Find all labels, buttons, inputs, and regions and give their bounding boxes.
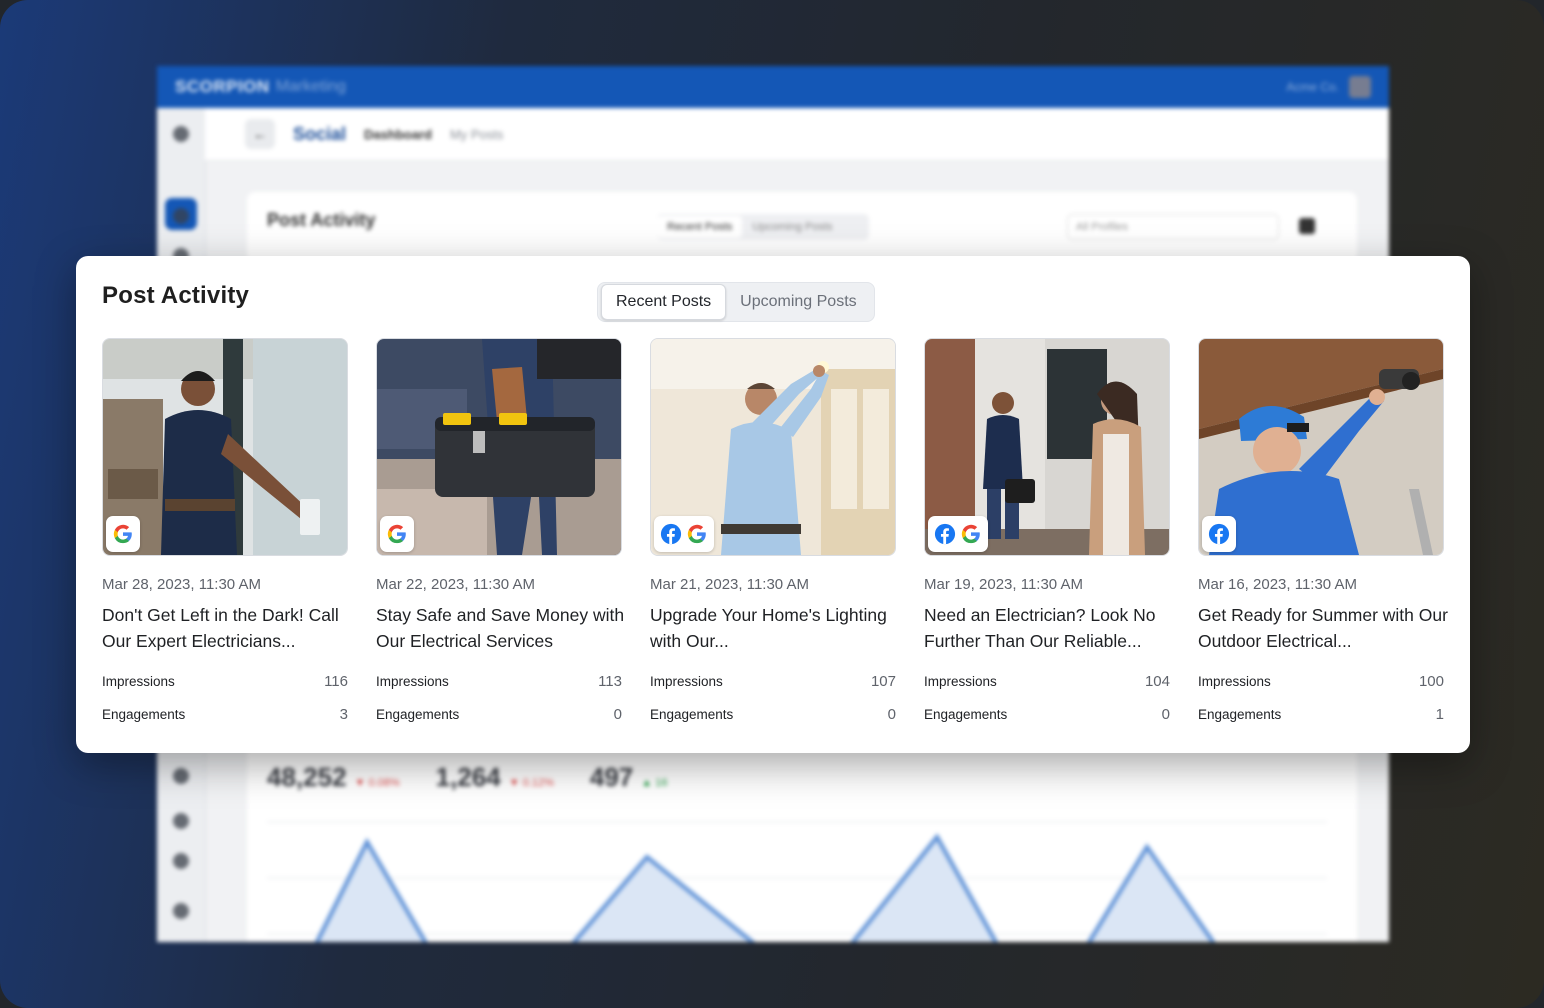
impressions-row: Impressions 113 bbox=[376, 673, 622, 690]
engagements-row: Engagements 0 bbox=[650, 706, 896, 723]
post-image[interactable] bbox=[924, 338, 1170, 556]
tab-upcoming-posts[interactable]: Upcoming Posts bbox=[726, 285, 871, 319]
bg-logo: SCORPION bbox=[175, 77, 270, 96]
screenshot-frame: SCORPION Marketing Acme Co. ← Social Das… bbox=[0, 0, 1544, 1008]
impressions-row: Impressions 100 bbox=[1198, 673, 1444, 690]
bg-stat-value: 1,264 bbox=[435, 762, 501, 792]
bg-rail-users-icon[interactable] bbox=[173, 853, 189, 869]
bg-tabs: Recent Posts Upcoming Posts bbox=[657, 214, 869, 240]
engagements-label: Engagements bbox=[650, 707, 734, 722]
google-icon bbox=[687, 524, 706, 544]
bg-stat-value: 48,252 bbox=[267, 762, 347, 792]
avatar bbox=[1349, 76, 1371, 98]
impressions-value: 116 bbox=[324, 673, 348, 690]
post-tabs: Recent Posts Upcoming Posts bbox=[597, 282, 875, 322]
engagements-value: 0 bbox=[613, 706, 622, 723]
post-date: Mar 21, 2023, 11:30 AM bbox=[650, 576, 809, 593]
post-image[interactable] bbox=[1198, 338, 1444, 556]
bg-tab-upcoming[interactable]: Upcoming Posts bbox=[742, 221, 842, 233]
tab-recent-posts[interactable]: Recent Posts bbox=[601, 284, 727, 320]
bg-logo-suffix: Marketing bbox=[275, 78, 346, 95]
impressions-value: 104 bbox=[1144, 673, 1170, 690]
bg-stats-row: 48,252 ▼ 0.08% 1,264 ▼ 0.12% 497 ▲ 16 bbox=[267, 762, 667, 793]
platform-badges bbox=[928, 516, 988, 552]
facebook-icon bbox=[660, 523, 682, 545]
impressions-row: Impressions 107 bbox=[650, 673, 896, 690]
bg-stat-delta: ▲ 16 bbox=[641, 777, 668, 789]
bg-rail-megaphone-icon[interactable] bbox=[173, 208, 189, 224]
post-headline[interactable]: Stay Safe and Save Money with Our Electr… bbox=[376, 602, 626, 654]
platform-badges bbox=[1202, 516, 1236, 552]
bg-card-title: Post Activity bbox=[267, 210, 376, 230]
bg-stat-delta: ▼ 0.12% bbox=[508, 777, 554, 789]
platform-badges bbox=[380, 516, 414, 552]
post-date: Mar 19, 2023, 11:30 AM bbox=[924, 576, 1083, 593]
engagements-label: Engagements bbox=[376, 707, 460, 722]
bg-rail-settings-icon[interactable] bbox=[173, 813, 189, 829]
bg-user-menu[interactable]: Acme Co. bbox=[1286, 76, 1371, 98]
google-icon bbox=[961, 524, 980, 544]
bg-rail-help-icon[interactable] bbox=[173, 903, 189, 919]
post-headline[interactable]: Get Ready for Summer with Our Outdoor El… bbox=[1198, 602, 1448, 654]
platform-badges bbox=[106, 516, 140, 552]
impressions-label: Impressions bbox=[650, 674, 723, 689]
impressions-label: Impressions bbox=[1198, 674, 1271, 689]
bg-nav-my-posts[interactable]: My Posts bbox=[450, 127, 503, 142]
google-icon bbox=[387, 524, 406, 544]
impressions-label: Impressions bbox=[376, 674, 449, 689]
platform-badges bbox=[654, 516, 714, 552]
facebook-icon bbox=[934, 523, 956, 545]
engagements-row: Engagements 0 bbox=[924, 706, 1170, 723]
bg-calendar-icon[interactable] bbox=[1299, 218, 1315, 234]
impressions-row: Impressions 104 bbox=[924, 673, 1170, 690]
engagements-label: Engagements bbox=[924, 707, 1008, 722]
post-card[interactable]: Mar 19, 2023, 11:30 AM Need an Electrici… bbox=[924, 338, 1170, 723]
post-card[interactable]: Mar 22, 2023, 11:30 AM Stay Safe and Sav… bbox=[376, 338, 624, 723]
engagements-row: Engagements 1 bbox=[1198, 706, 1444, 723]
bg-tab-recent[interactable]: Recent Posts bbox=[657, 216, 743, 238]
post-image[interactable] bbox=[376, 338, 622, 556]
card-title: Post Activity bbox=[102, 282, 250, 309]
engagements-value: 1 bbox=[1435, 706, 1444, 723]
post-headline[interactable]: Upgrade Your Home's Lighting with Our... bbox=[650, 602, 900, 654]
bg-profile-select[interactable]: All Profiles bbox=[1067, 214, 1279, 240]
post-image[interactable] bbox=[102, 338, 348, 556]
bg-stat-value: 497 bbox=[589, 762, 634, 792]
post-activity-card: Post Activity Recent Posts Upcoming Post… bbox=[76, 256, 1470, 753]
impressions-label: Impressions bbox=[924, 674, 997, 689]
bg-top-bar: SCORPION Marketing Acme Co. bbox=[157, 66, 1389, 108]
google-icon bbox=[113, 524, 132, 544]
post-date: Mar 16, 2023, 11:30 AM bbox=[1198, 576, 1357, 593]
impressions-label: Impressions bbox=[102, 674, 175, 689]
post-date: Mar 22, 2023, 11:30 AM bbox=[376, 576, 535, 593]
engagements-value: 0 bbox=[1161, 706, 1170, 723]
bg-back-arrow-icon[interactable]: ← bbox=[245, 119, 275, 149]
post-card[interactable]: Mar 28, 2023, 11:30 AM Don't Get Left in… bbox=[102, 338, 348, 723]
bg-page-header: ← Social Dashboard My Posts bbox=[205, 108, 1389, 161]
impressions-value: 100 bbox=[1418, 673, 1444, 690]
bg-rail-home-icon[interactable] bbox=[173, 126, 189, 142]
engagements-label: Engagements bbox=[102, 707, 186, 722]
bg-rail-bell-icon[interactable] bbox=[173, 768, 189, 784]
post-date: Mar 28, 2023, 11:30 AM bbox=[102, 576, 261, 593]
bg-page-title: Social bbox=[293, 123, 347, 144]
bg-stat-delta: ▼ 0.08% bbox=[354, 777, 400, 789]
bg-line-chart bbox=[267, 821, 1327, 942]
post-headline[interactable]: Don't Get Left in the Dark! Call Our Exp… bbox=[102, 602, 352, 654]
engagements-value: 3 bbox=[339, 706, 348, 723]
post-card[interactable]: Mar 16, 2023, 11:30 AM Get Ready for Sum… bbox=[1198, 338, 1448, 723]
impressions-row: Impressions 116 bbox=[102, 673, 348, 690]
facebook-icon bbox=[1208, 523, 1230, 545]
post-card[interactable]: Mar 21, 2023, 11:30 AM Upgrade Your Home… bbox=[650, 338, 896, 723]
impressions-value: 113 bbox=[598, 673, 622, 690]
bg-nav-dashboard[interactable]: Dashboard bbox=[364, 127, 432, 142]
engagements-value: 0 bbox=[887, 706, 896, 723]
post-image[interactable] bbox=[650, 338, 896, 556]
engagements-row: Engagements 0 bbox=[376, 706, 622, 723]
engagements-row: Engagements 3 bbox=[102, 706, 348, 723]
impressions-value: 107 bbox=[870, 673, 896, 690]
engagements-label: Engagements bbox=[1198, 707, 1282, 722]
post-headline[interactable]: Need an Electrician? Look No Further Tha… bbox=[924, 602, 1174, 654]
bg-user-name: Acme Co. bbox=[1286, 80, 1339, 94]
